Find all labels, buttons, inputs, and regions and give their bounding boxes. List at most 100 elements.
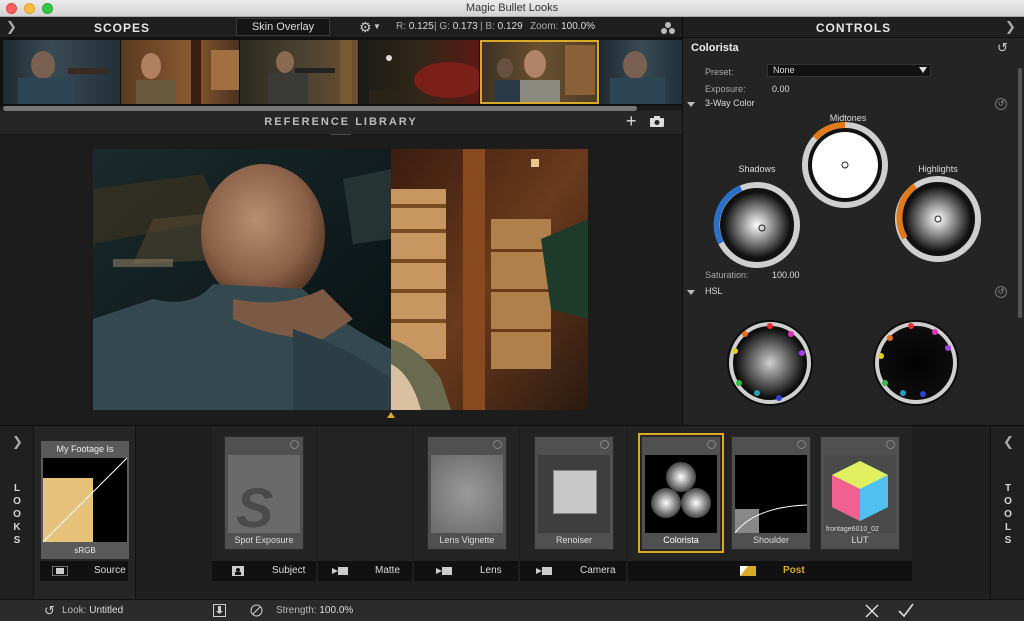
tool-card-lens-vignette[interactable]: Lens Vignette: [427, 436, 507, 550]
filmstrip-thumb[interactable]: [3, 40, 120, 104]
lane-post-footer[interactable]: Post: [628, 561, 912, 581]
zoom-readout: Zoom: 100.0%: [530, 21, 596, 32]
disable-tool-icon[interactable]: [886, 440, 895, 449]
strength-icon: [250, 604, 263, 617]
controls-collapse-chevron-icon[interactable]: ❯: [1005, 19, 1016, 35]
add-reference-icon[interactable]: +: [626, 111, 637, 132]
scopes-header: ❯ SCOPES Skin Overlay ⚙ ▼ R: 0.125 | G: …: [0, 17, 682, 38]
tool-thumbnail: frontage6010_02: [824, 455, 896, 533]
color-wheels[interactable]: [683, 38, 1024, 425]
camera-icon[interactable]: [650, 116, 664, 127]
skin-overlay-button[interactable]: Skin Overlay: [236, 18, 330, 36]
subject-icon: [232, 566, 244, 576]
midtones-wheel[interactable]: [802, 121, 888, 208]
b-readout: | B: 0.129: [480, 21, 523, 32]
tool-name: Renoiser: [555, 535, 593, 545]
hsl-hue-wheel[interactable]: [727, 320, 813, 406]
tool-thumbnail: [431, 455, 503, 533]
lane-matte-footer[interactable]: Matte: [318, 561, 412, 581]
filmstrip[interactable]: [0, 38, 682, 106]
disable-tool-icon[interactable]: [707, 440, 716, 449]
lane-lens-label: Lens: [480, 565, 502, 576]
tool-name: Spot Exposure: [234, 535, 294, 545]
look-name[interactable]: Look: Untitled: [62, 605, 123, 616]
section-reset-icon[interactable]: ↺: [995, 286, 1007, 298]
split-slider-handle[interactable]: [387, 412, 395, 418]
reference-library-bar[interactable]: REFERENCE LIBRARY +: [0, 111, 682, 135]
lane-subject-label: Subject: [272, 565, 306, 576]
undo-icon[interactable]: ↺: [44, 603, 55, 619]
chevron-down-icon[interactable]: ▼: [373, 22, 381, 31]
save-look-icon[interactable]: [213, 604, 226, 617]
tools-sidebar[interactable]: ❮ TOOLS: [990, 426, 1024, 600]
scopes-title: SCOPES: [94, 21, 151, 35]
disable-tool-icon[interactable]: [493, 440, 502, 449]
preview-image-graded: [391, 149, 588, 410]
tools-label: TOOLS: [1004, 483, 1012, 546]
svg-text:S: S: [236, 476, 273, 533]
controls-panel: Colorista ↺ Preset: None Exposure: 0.00 …: [682, 38, 1024, 425]
looks-sidebar[interactable]: ❯ LOOKS: [0, 426, 34, 600]
gear-icon[interactable]: ⚙: [359, 19, 372, 36]
status-bar: ↺ Look: Untitled Strength: 100.0%: [0, 599, 1024, 621]
tool-card-lut[interactable]: frontage6010_02 LUT: [820, 436, 900, 550]
saturation-value[interactable]: 100.00: [772, 270, 800, 280]
r-readout: R: 0.125: [396, 21, 434, 32]
filmstrip-thumb-selected[interactable]: [480, 40, 599, 104]
tools-expand-chevron-icon[interactable]: ❮: [1003, 434, 1014, 450]
lane-lens-footer[interactable]: Lens: [414, 561, 518, 581]
reference-library-title: REFERENCE LIBRARY: [264, 116, 418, 128]
source-gamma-graph: [43, 458, 127, 542]
tool-thumbnail: S: [228, 455, 300, 539]
tool-card-renoiser[interactable]: Renoiser: [534, 436, 614, 550]
tool-thumbnail: [734, 455, 808, 534]
tool-name: Shoulder: [752, 535, 790, 545]
hsl-lightness-wheel[interactable]: [873, 320, 959, 406]
looks-expand-chevron-icon[interactable]: ❯: [12, 434, 23, 450]
lane-post-label: Post: [783, 565, 805, 576]
viewer[interactable]: [0, 135, 682, 425]
preview-image-original: [93, 149, 391, 410]
lane-camera-footer[interactable]: Camera: [520, 561, 626, 581]
lane-subject-footer[interactable]: Subject: [212, 561, 316, 581]
filmstrip-thumb[interactable]: [121, 40, 239, 104]
filmstrip-thumb[interactable]: [240, 40, 358, 104]
source-footer-label: Source: [94, 565, 126, 576]
looks-label: LOOKS: [13, 483, 21, 546]
disable-tool-icon[interactable]: [797, 440, 806, 449]
controls-scrollbar[interactable]: [1018, 68, 1022, 318]
tool-card-colorista[interactable]: Colorista: [638, 433, 724, 553]
window-titlebar: Magic Bullet Looks: [0, 0, 1024, 17]
tool-card-spot-exposure[interactable]: S Spot Exposure: [224, 436, 304, 550]
section-hsl-label: HSL: [705, 286, 723, 296]
controls-header: CONTROLS ❯: [682, 17, 1024, 38]
lane-matte-label: Matte: [375, 565, 401, 576]
shadows-wheel[interactable]: [713, 182, 800, 268]
scopes-menu-icon[interactable]: [660, 21, 676, 35]
disable-tool-icon[interactable]: [600, 440, 609, 449]
apply-check-icon[interactable]: [898, 603, 914, 618]
controls-title: CONTROLS: [815, 21, 892, 35]
tool-name: LUT: [851, 535, 869, 545]
window-title: Magic Bullet Looks: [465, 2, 559, 14]
tool-card-shoulder[interactable]: Shoulder: [731, 436, 811, 550]
film-icon: [52, 566, 68, 576]
scopes-collapse-chevron-icon[interactable]: ❯: [6, 19, 17, 35]
source-card[interactable]: My Footage Is sRGB: [41, 441, 129, 559]
tool-name: Lens Vignette: [439, 535, 495, 545]
lane-matte: [318, 426, 412, 581]
filmstrip-thumb[interactable]: [600, 40, 682, 104]
strength-readout[interactable]: Strength: 100.0%: [276, 605, 353, 616]
saturation-label: Saturation:: [705, 270, 749, 280]
highlights-wheel[interactable]: [895, 176, 981, 262]
source-colorspace: sRGB: [74, 546, 96, 555]
tool-thumbnail: [645, 455, 717, 533]
pipeline-area: ❯ LOOKS My Footage Is sRGB S Spot Exposu…: [0, 425, 1024, 600]
disable-tool-icon[interactable]: [290, 440, 299, 449]
filmstrip-thumb[interactable]: [359, 40, 479, 104]
lens-camera-icon: [436, 567, 452, 575]
cancel-icon[interactable]: [865, 604, 879, 618]
post-icon: [740, 566, 756, 576]
section-collapse-triangle-icon[interactable]: [687, 290, 695, 295]
source-caption: My Footage Is: [56, 444, 114, 454]
